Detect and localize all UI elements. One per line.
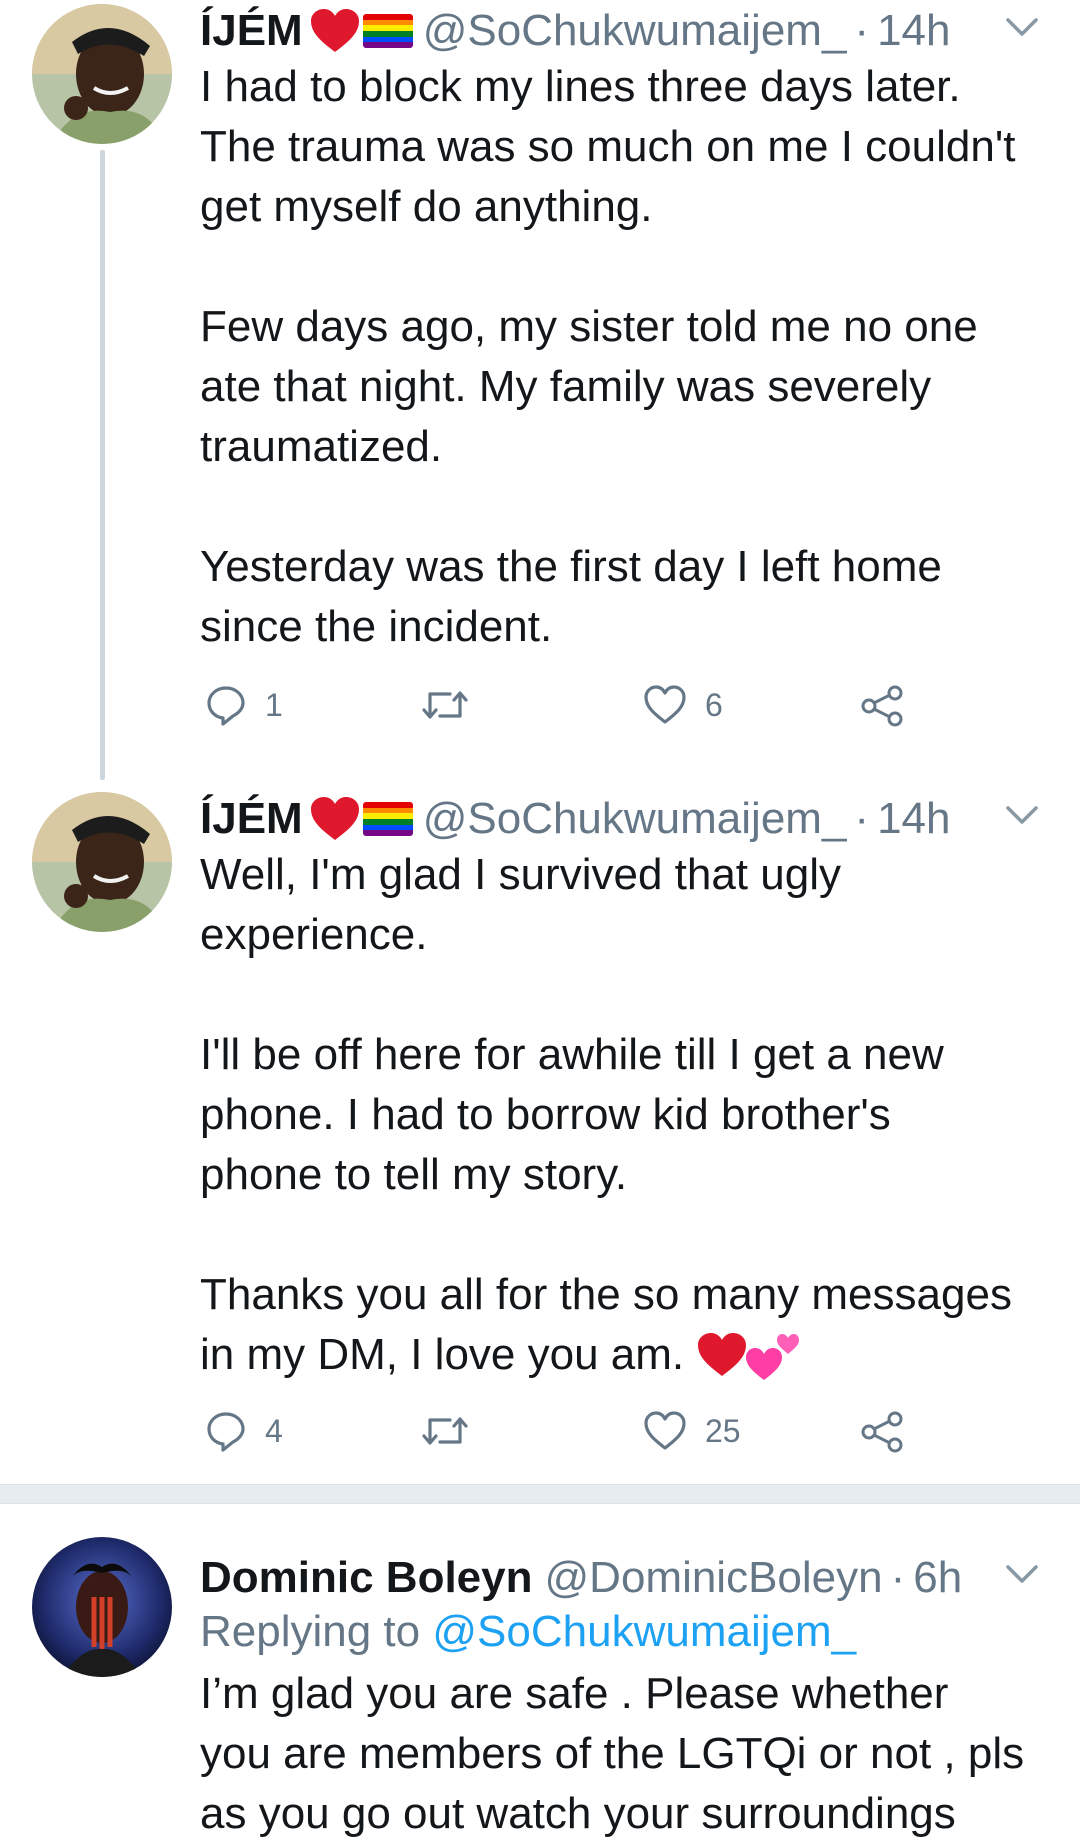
red-heart-emoji-icon bbox=[698, 1333, 747, 1376]
like-count: 25 bbox=[705, 1412, 741, 1449]
text-line: get myself do anything. bbox=[200, 182, 653, 231]
timestamp[interactable]: 14h bbox=[877, 794, 950, 844]
reply-count: 4 bbox=[265, 1412, 283, 1449]
text-line bbox=[200, 477, 1040, 537]
avatar-image bbox=[32, 1537, 172, 1677]
replying-mention-link[interactable]: @SoChukwumaijem_ bbox=[432, 1607, 856, 1656]
text-line: Thanks you all for the so many messages bbox=[200, 1270, 1012, 1319]
text-line-content: in my DM, I love you am. bbox=[200, 1330, 685, 1379]
text-line: traumatized. bbox=[200, 422, 443, 471]
reply-icon bbox=[207, 686, 245, 726]
reply-button[interactable]: 1 bbox=[205, 684, 283, 726]
chevron-down-icon[interactable] bbox=[1002, 800, 1042, 830]
replying-to: Replying to @SoChukwumaijem_ bbox=[200, 1602, 856, 1662]
text-line: Few days ago, my sister told me no one bbox=[200, 302, 978, 351]
share-button[interactable] bbox=[860, 1410, 904, 1454]
timestamp[interactable]: 6h bbox=[913, 1553, 962, 1603]
tweet-header: ÍJÉM @SoChukwumaijem_ · 14h bbox=[200, 0, 1040, 62]
like-button[interactable]: 25 bbox=[643, 1410, 741, 1452]
tweet-text: I had to block my lines three days later… bbox=[200, 57, 1040, 657]
retweet-button[interactable] bbox=[420, 684, 488, 726]
thread-line bbox=[100, 150, 105, 780]
chevron-down-icon[interactable] bbox=[1002, 12, 1042, 42]
replying-prefix: Replying to bbox=[200, 1607, 421, 1656]
text-line bbox=[200, 1205, 1040, 1265]
text-line: I'll be off here for awhile till I get a… bbox=[200, 1030, 944, 1079]
avatar[interactable] bbox=[32, 792, 172, 932]
user-handle[interactable]: @SoChukwumaijem_ bbox=[423, 794, 847, 844]
share-icon bbox=[861, 1411, 903, 1453]
avatar[interactable] bbox=[32, 4, 172, 144]
display-name[interactable]: ÍJÉM bbox=[200, 6, 303, 56]
text-line: in my DM, I love you am. bbox=[200, 1325, 1040, 1385]
conversation-divider bbox=[0, 1484, 1080, 1504]
reply-icon bbox=[207, 1412, 245, 1452]
text-line bbox=[200, 965, 1040, 1025]
text-line bbox=[200, 237, 1040, 297]
tweet-text: Well, I'm glad I survived that ugly expe… bbox=[200, 845, 1040, 1385]
text-line: I’m glad you are safe . Please whether bbox=[200, 1669, 949, 1718]
avatar-image bbox=[32, 792, 172, 932]
share-icon bbox=[861, 685, 903, 727]
avatar-image bbox=[32, 4, 172, 144]
text-line: Yesterday was the first day I left home bbox=[200, 542, 942, 591]
user-handle[interactable]: @SoChukwumaijem_ bbox=[423, 6, 847, 56]
retweet-icon bbox=[422, 691, 468, 719]
tweet-text: I’m glad you are safe . Please whether y… bbox=[200, 1664, 1040, 1844]
text-line: Well, I'm glad I survived that ugly bbox=[200, 850, 841, 899]
retweet-button[interactable] bbox=[420, 1410, 488, 1452]
heart-icon bbox=[644, 1411, 686, 1450]
chevron-down-icon[interactable] bbox=[1002, 1559, 1042, 1589]
separator-dot: · bbox=[890, 1553, 906, 1602]
text-line: I had to block my lines three days later… bbox=[200, 62, 961, 111]
tweet-2[interactable]: ÍJÉM @SoChukwumaijem_ · 14h Well, I'm gl… bbox=[0, 788, 1080, 1478]
like-count: 6 bbox=[705, 686, 723, 723]
text-line: phone. I had to borrow kid brother's bbox=[200, 1090, 891, 1139]
tweet-header: ÍJÉM @SoChukwumaijem_ · 14h bbox=[200, 788, 1040, 850]
retweet-icon bbox=[422, 1417, 468, 1445]
text-line: as you go out watch your surroundings bbox=[200, 1789, 956, 1838]
red-heart-emoji-icon bbox=[309, 8, 361, 54]
text-line: you are members of the LGTQi or not , pl… bbox=[200, 1729, 1025, 1778]
tweet-3[interactable]: Dominic Boleyn @DominicBoleyn · 6h Reply… bbox=[0, 1530, 1080, 1838]
text-line: experience. bbox=[200, 910, 428, 959]
tweet-header: Dominic Boleyn @DominicBoleyn · 6h bbox=[200, 1547, 1040, 1609]
text-line: The trauma was so much on me I couldn't bbox=[200, 122, 1016, 171]
reply-count: 1 bbox=[265, 686, 283, 723]
text-line: since the incident. bbox=[200, 602, 553, 651]
display-name[interactable]: ÍJÉM bbox=[200, 794, 303, 844]
user-handle[interactable]: @DominicBoleyn bbox=[545, 1553, 883, 1603]
like-button[interactable]: 6 bbox=[643, 684, 723, 726]
text-line: ate that night. My family was severely bbox=[200, 362, 932, 411]
avatar[interactable] bbox=[32, 1537, 172, 1677]
display-name[interactable]: Dominic Boleyn bbox=[200, 1553, 533, 1603]
separator-dot: · bbox=[854, 794, 870, 843]
rainbow-flag-emoji-icon bbox=[362, 14, 413, 48]
two-hearts-emoji-icon bbox=[746, 1334, 800, 1380]
heart-icon bbox=[644, 685, 686, 724]
reply-button[interactable]: 4 bbox=[205, 1410, 283, 1452]
text-line: phone to tell my story. bbox=[200, 1150, 628, 1199]
tweet-1[interactable]: ÍJÉM @SoChukwumaijem_ · 14h I had to blo… bbox=[0, 0, 1080, 780]
separator-dot: · bbox=[854, 6, 870, 55]
timestamp[interactable]: 14h bbox=[877, 6, 950, 56]
rainbow-flag-emoji-icon bbox=[362, 802, 413, 836]
share-button[interactable] bbox=[860, 684, 904, 728]
red-heart-emoji-icon bbox=[309, 796, 361, 842]
